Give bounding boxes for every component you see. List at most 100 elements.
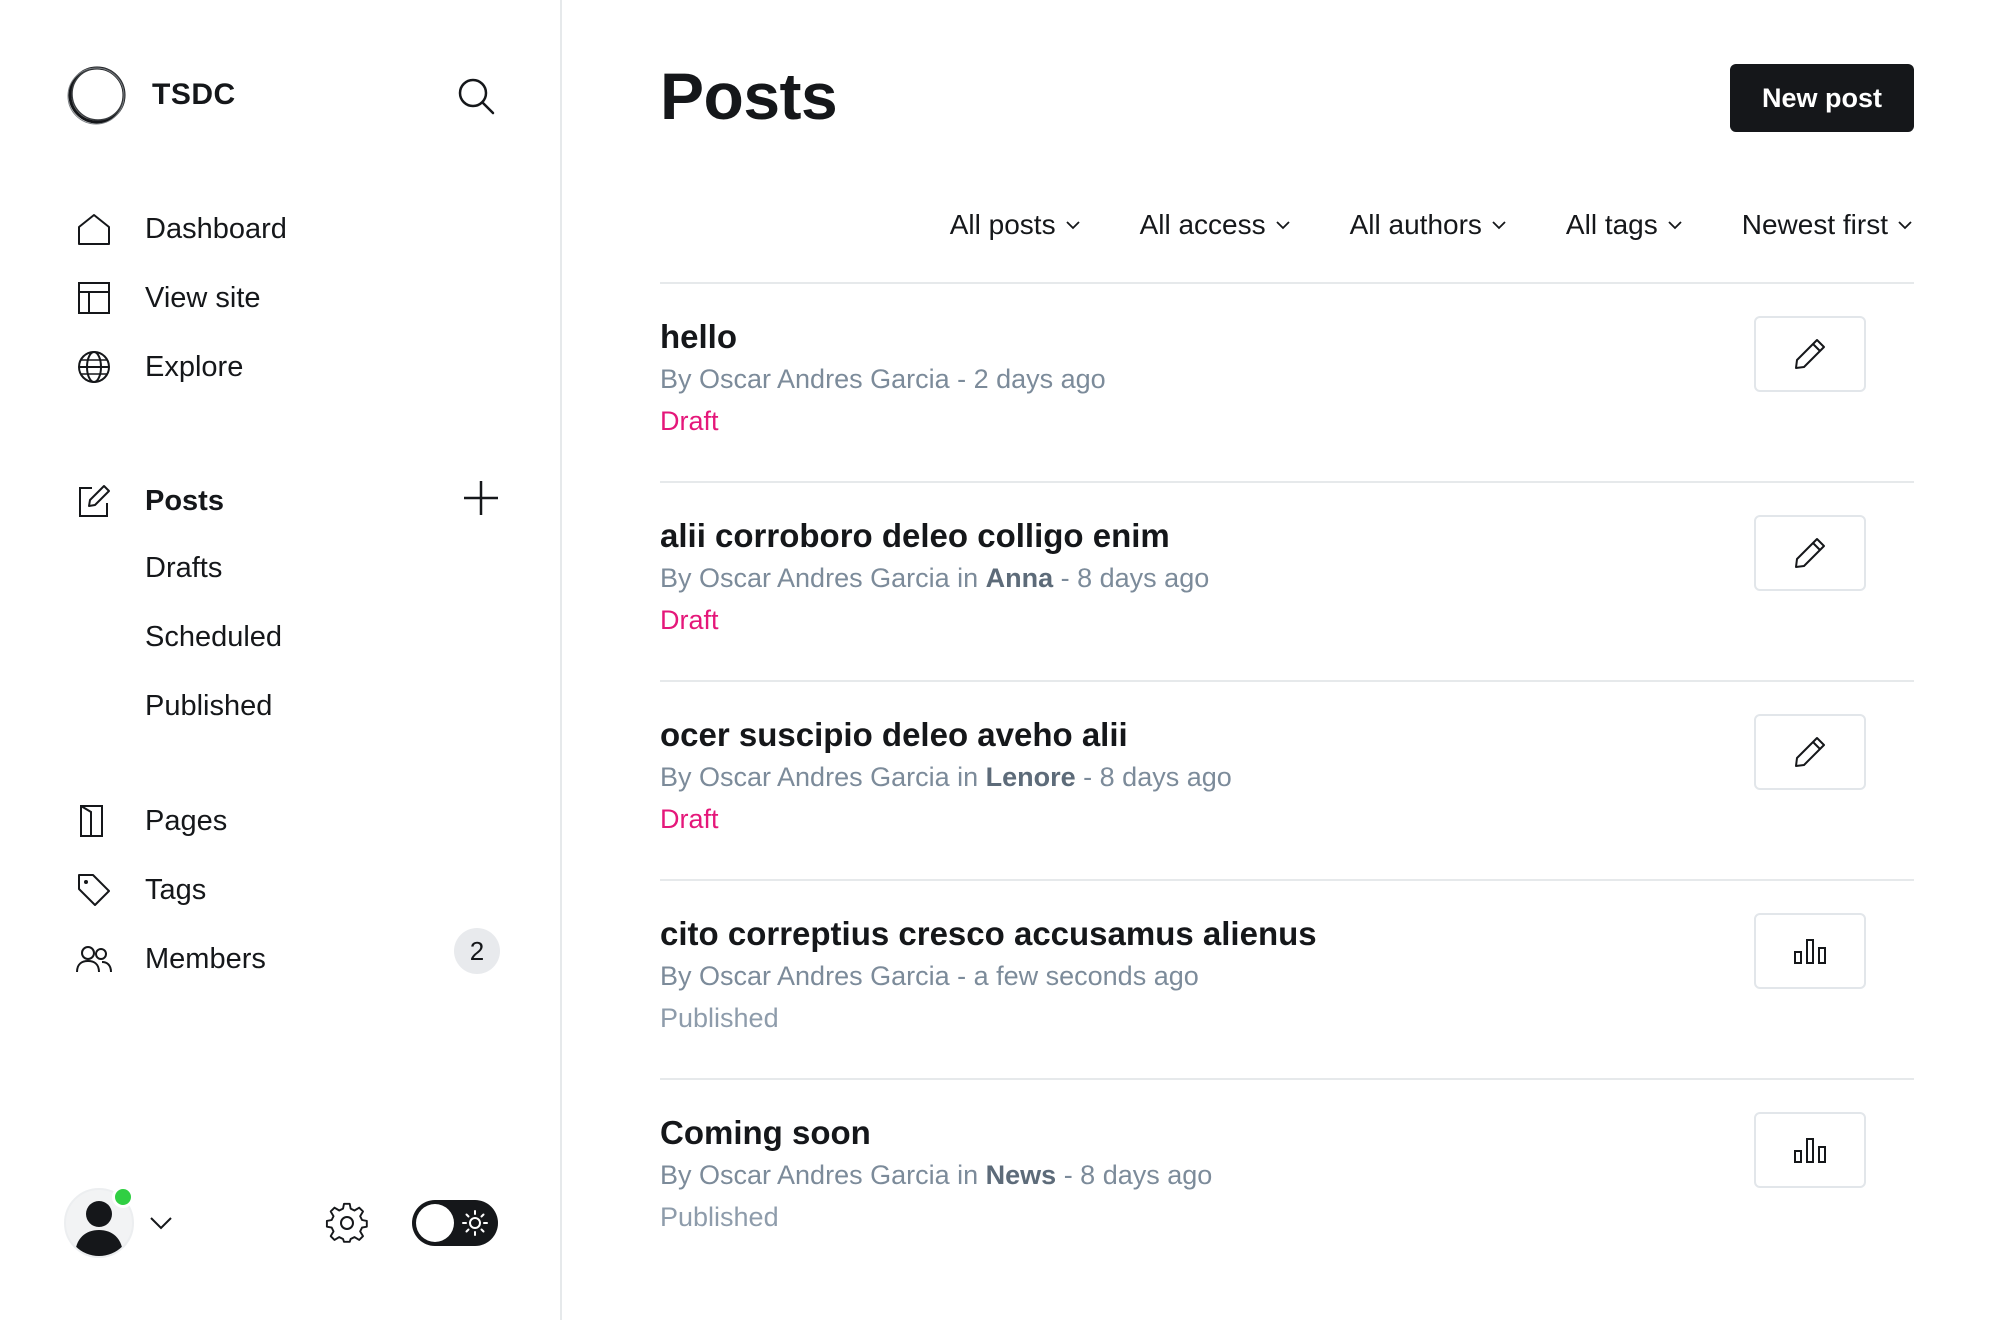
post-meta: By Oscar Andres Garcia in Anna - 8 days … [660,563,1209,594]
post-author: By Oscar Andres Garcia [660,762,950,792]
nav-sub-scheduled[interactable]: Scheduled [145,617,282,657]
filter-label: All authors [1349,209,1482,240]
post-time: - a few seconds ago [949,961,1199,991]
post-row[interactable]: hello By Oscar Andres Garcia - 2 days ag… [660,282,1914,481]
members-icon [76,941,112,977]
post-status: Draft [660,605,719,635]
nav-item-members[interactable]: Members [76,934,506,984]
nav-sub-drafts[interactable]: Drafts [145,548,222,588]
post-in: in [949,1160,986,1190]
edit-icon [76,483,112,519]
post-meta: By Oscar Andres Garcia in Lenore - 8 day… [660,762,1232,793]
nav-item-tags[interactable]: Tags [76,865,506,915]
post-status: Draft [660,804,719,834]
filter-label: All access [1139,209,1266,240]
post-status: Draft [660,406,719,436]
toggle-knob [416,1204,454,1242]
post-row[interactable]: ocer suscipio deleo aveho alii By Oscar … [660,680,1914,879]
posts-list: hello By Oscar Andres Garcia - 2 days ag… [660,282,1914,1277]
bar-chart-icon [1794,939,1826,964]
edit-post-button[interactable] [1754,714,1866,790]
filter-post-type[interactable]: All posts [950,209,1082,241]
post-in: in [949,762,986,792]
page-icon [76,803,112,839]
post-row[interactable]: alii corroboro deleo colligo enim By Osc… [660,481,1914,680]
nav-label-view-site: View site [145,281,261,314]
post-title[interactable]: ocer suscipio deleo aveho alii [660,716,1128,754]
pencil-icon [1795,339,1825,369]
post-analytics-button[interactable] [1754,1112,1866,1188]
theme-toggle[interactable] [412,1200,498,1246]
post-title[interactable]: cito correptius cresco accusamus alienus [660,915,1317,953]
nav-item-pages[interactable]: Pages [76,796,506,846]
chevron-down-icon [1065,217,1082,233]
post-title[interactable]: hello [660,318,737,356]
post-author: By Oscar Andres Garcia [660,961,950,991]
brand-name: TSDC [152,78,236,111]
post-row[interactable]: cito correptius cresco accusamus alienus… [660,879,1914,1078]
post-time: - 8 days ago [1053,563,1210,593]
post-in: in [949,563,986,593]
post-row[interactable]: Coming soon By Oscar Andres Garcia in Ne… [660,1078,1914,1277]
post-title[interactable]: Coming soon [660,1114,871,1152]
new-post-button[interactable]: New post [1730,64,1914,132]
edit-post-button[interactable] [1754,316,1866,392]
post-time: - 8 days ago [1075,762,1232,792]
sidebar: TSDC Dashboard View site Explore Posts D… [0,0,562,1320]
post-time: - 8 days ago [1056,1160,1213,1190]
post-meta: By Oscar Andres Garcia - a few seconds a… [660,961,1199,992]
filter-sort-order[interactable]: Newest first [1742,209,1914,241]
online-status-dot [112,1186,134,1208]
nav-item-posts[interactable]: Posts [76,476,506,526]
nav-label-explore: Explore [145,350,244,383]
filter-authors[interactable]: All authors [1350,209,1508,241]
search-icon [458,78,495,115]
search-button[interactable] [454,74,498,118]
chevron-down-icon [1898,217,1914,233]
post-analytics-button[interactable] [1754,913,1866,989]
post-author: By Oscar Andres Garcia [660,1160,950,1190]
filter-bar: All posts All access All authors All tag… [892,200,1914,250]
post-meta: By Oscar Andres Garcia in News - 8 days … [660,1160,1212,1191]
nav-item-view-site[interactable]: View site [76,273,506,323]
post-author: By Oscar Andres Garcia [660,563,950,593]
chevron-down-icon [1275,217,1292,233]
post-meta: By Oscar Andres Garcia - 2 days ago [660,364,1106,395]
post-tag[interactable]: Lenore [986,762,1076,792]
nav-label-posts: Posts [145,484,224,517]
pencil-icon [1795,538,1825,568]
user-menu-caret[interactable] [148,1210,174,1236]
nav-item-dashboard[interactable]: Dashboard [76,204,506,254]
nav-sub-published[interactable]: Published [145,686,272,726]
post-tag[interactable]: News [986,1160,1057,1190]
nav-label-tags: Tags [145,873,207,906]
post-time: - 2 days ago [949,364,1106,394]
bar-chart-icon [1794,1138,1826,1163]
chevron-down-icon [150,1217,172,1230]
post-author: By Oscar Andres Garcia [660,364,950,394]
tag-icon [76,872,112,908]
nav-item-explore[interactable]: Explore [76,342,506,392]
post-tag[interactable]: Anna [986,563,1054,593]
post-status: Published [660,1202,779,1232]
filter-access[interactable]: All access [1140,209,1292,241]
filter-tags[interactable]: All tags [1566,209,1684,241]
pencil-icon [1795,737,1825,767]
post-title[interactable]: alii corroboro deleo colligo enim [660,517,1170,555]
settings-button[interactable] [324,1200,370,1246]
add-post-button[interactable] [458,475,504,521]
globe-icon [76,349,112,385]
plus-icon [464,481,498,515]
layout-icon [76,280,112,316]
edit-post-button[interactable] [1754,515,1866,591]
nav-label-members: Members [145,942,266,975]
filter-label: All posts [949,209,1056,240]
chevron-down-icon [1492,217,1508,233]
page-title: Posts [660,59,838,133]
filter-label: Newest first [1741,209,1888,240]
gear-icon [325,1202,368,1243]
filter-label: All tags [1565,209,1658,240]
sun-icon [460,1208,490,1238]
brand[interactable]: TSDC [66,64,236,126]
members-count-badge: 2 [454,928,500,974]
